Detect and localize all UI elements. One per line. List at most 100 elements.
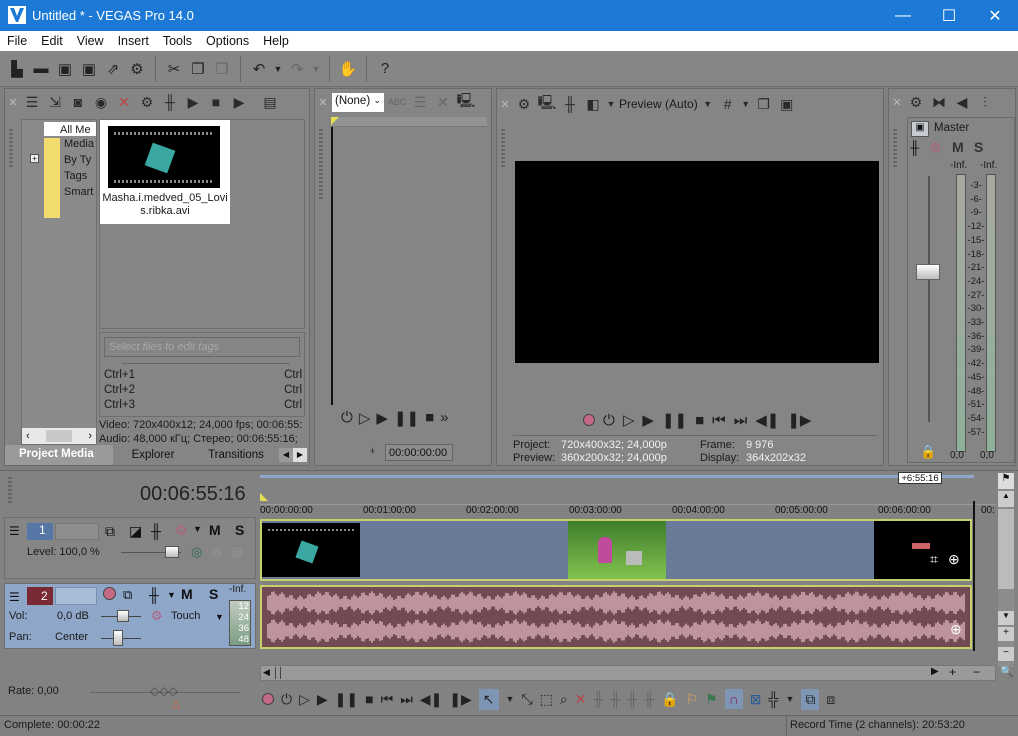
mute-button[interactable]: M xyxy=(952,139,964,155)
tree-item-media[interactable]: Media xyxy=(64,138,94,150)
parent-composite-icon[interactable]: ◎ xyxy=(191,544,202,560)
split-screen-icon[interactable]: ◧ xyxy=(583,94,603,114)
panel-grip[interactable] xyxy=(319,129,323,199)
menu-view[interactable]: View xyxy=(70,34,111,48)
snapping-icon[interactable]: ∩ xyxy=(724,689,743,709)
get-media-from-disc-icon[interactable]: ◉ xyxy=(91,92,111,112)
trimmer-select[interactable]: (None) ⌄ xyxy=(332,92,384,112)
zoom-tool-icon[interactable]: ⌕ xyxy=(560,691,568,708)
record-icon[interactable] xyxy=(262,693,274,705)
event-fx-icon[interactable]: ⊕ xyxy=(950,621,962,638)
level-slider-handle[interactable] xyxy=(165,546,179,558)
rate-slider-handle[interactable]: ◇◇◇ xyxy=(150,684,178,698)
loop-playback-icon[interactable]: ⏻ xyxy=(281,691,292,708)
save-snapshot-icon[interactable]: ▣ xyxy=(777,94,797,114)
video-event[interactable]: ⌗ ⊕ xyxy=(260,519,972,581)
previous-frame-icon[interactable]: ◀❚ xyxy=(420,691,443,708)
track-collapse-icon[interactable]: ☰ xyxy=(9,524,20,538)
more-icon[interactable]: » xyxy=(440,409,448,427)
open-icon[interactable]: ▬ xyxy=(30,58,52,80)
tree-item-smart-bins[interactable]: Smart xyxy=(64,186,93,198)
trimmer-timecode[interactable]: 00:00:00:00 xyxy=(385,444,453,461)
play-icon[interactable]: ▶ xyxy=(642,411,654,429)
loop-region-bar[interactable] xyxy=(260,475,974,478)
timeline-grip[interactable] xyxy=(8,477,12,505)
mute-button[interactable]: M xyxy=(181,586,193,602)
tab-explorer[interactable]: Explorer xyxy=(113,449,193,461)
media-fx-icon[interactable]: ╫ xyxy=(160,92,180,112)
pause-icon[interactable]: ❚❚ xyxy=(662,411,687,429)
stop-icon[interactable]: ■ xyxy=(365,691,373,707)
tab-transitions[interactable]: Transitions xyxy=(193,449,279,461)
go-to-end-icon[interactable]: ⏭ xyxy=(734,412,748,429)
composite-child-icon[interactable]: ◎ xyxy=(211,544,222,560)
undo-dropdown-icon[interactable]: ▼ xyxy=(272,58,284,80)
tab-project-media[interactable]: Project Media xyxy=(5,445,113,465)
cut-icon[interactable]: ✂ xyxy=(163,58,185,80)
capture-video-icon[interactable]: ◙ xyxy=(68,92,88,112)
pause-icon[interactable]: ❚❚ xyxy=(394,409,419,427)
make-compositing-parent-icon[interactable]: ◎ xyxy=(231,544,242,560)
dim-output-icon[interactable]: ◀ xyxy=(952,92,972,112)
menu-help[interactable]: Help xyxy=(256,34,296,48)
close-button[interactable]: ✕ xyxy=(972,0,1018,31)
paste-icon[interactable]: ❐ xyxy=(211,58,233,80)
redo-dropdown-icon[interactable]: ▼ xyxy=(310,58,322,80)
trim-start-icon[interactable]: ╫ xyxy=(610,691,620,707)
play-from-start-icon[interactable]: ▷ xyxy=(299,691,310,708)
master-properties-icon[interactable]: ⚙ xyxy=(906,92,926,112)
solo-button[interactable]: S xyxy=(974,139,983,155)
lock-envelopes-icon[interactable]: ⧉ xyxy=(801,688,820,710)
overlays-dropdown-icon[interactable]: ▼ xyxy=(741,94,751,114)
previous-frame-icon[interactable]: ◀❚ xyxy=(755,411,779,429)
scroll-right-icon[interactable]: › xyxy=(88,430,92,442)
master-fader-handle[interactable] xyxy=(916,264,940,280)
render-icon[interactable]: ⇗ xyxy=(102,58,124,80)
expand-icon[interactable]: + xyxy=(30,154,39,163)
normal-edit-tool-icon[interactable]: ↖ xyxy=(478,688,499,710)
automation-mode[interactable]: Touch xyxy=(171,610,200,622)
track-name-input[interactable] xyxy=(55,587,97,605)
video-preview-screen[interactable] xyxy=(515,161,879,363)
auto-crossfade-icon[interactable]: ⊠ xyxy=(750,691,762,708)
menu-insert[interactable]: Insert xyxy=(111,34,156,48)
selection-tool-icon[interactable]: ⬚ xyxy=(540,691,553,708)
mute-button[interactable]: M xyxy=(209,522,221,538)
tree-item-by-type[interactable]: By Ty xyxy=(64,154,91,166)
media-properties-icon[interactable]: ⚙ xyxy=(137,92,157,112)
mixer-icon[interactable]: ⫶ xyxy=(975,92,995,112)
record-icon[interactable] xyxy=(583,414,595,426)
delete-icon[interactable]: ✕ xyxy=(114,92,134,112)
properties-icon[interactable]: ⚙ xyxy=(126,58,148,80)
enable-snapping-hand-icon[interactable]: ✋ xyxy=(337,58,359,80)
audio-track-header[interactable]: ☰ 2 ⧉ ╫ ▼ M S -Inf. Vol: 0,0 dB ⚙ Touch … xyxy=(4,583,256,649)
downmix-icon[interactable]: ⧓ xyxy=(929,92,949,112)
play-icon[interactable]: ▶ xyxy=(317,691,328,708)
automation-settings-icon[interactable]: ⚙ xyxy=(151,608,163,624)
scroll-right-icon[interactable]: ▶ xyxy=(931,666,939,677)
insert-region-icon[interactable]: ⚑ xyxy=(705,691,718,708)
loop-playback-icon[interactable]: ⏻ xyxy=(603,412,615,429)
external-monitor-icon[interactable]: 🖳 xyxy=(537,94,557,114)
remove-unused-media-icon[interactable]: ☰ xyxy=(22,92,42,112)
play-icon[interactable]: ▶ xyxy=(183,92,203,112)
zoom-in-horizontal-icon[interactable]: + xyxy=(949,665,956,679)
go-to-start-icon[interactable]: ⏮ xyxy=(712,412,726,429)
stop-icon[interactable]: ■ xyxy=(206,92,226,112)
compositing-mode-icon[interactable]: ◪ xyxy=(129,523,142,540)
split-icon[interactable]: ╫ xyxy=(644,691,654,707)
pan-slider-handle[interactable] xyxy=(113,630,123,646)
audio-event[interactable]: ⊕ xyxy=(260,585,972,649)
automation-mode-dropdown-icon[interactable]: ▼ xyxy=(215,612,224,622)
play-from-start-icon[interactable]: ▷ xyxy=(623,411,635,429)
insert-marker-icon[interactable]: ⚐ xyxy=(686,691,699,708)
tree-item-tags[interactable]: Tags xyxy=(64,170,87,182)
master-bus-icon[interactable]: ▣ xyxy=(911,121,929,137)
undo-icon[interactable]: ↶ xyxy=(248,58,270,80)
event-fx-icon[interactable]: ⊕ xyxy=(948,551,960,568)
zoom-out-vertical-icon[interactable]: − xyxy=(998,647,1014,661)
video-fx-icon[interactable]: ╫ xyxy=(560,94,580,114)
zoom-tool-icon[interactable]: 🔍 xyxy=(1000,665,1014,678)
panel-grip[interactable] xyxy=(9,129,13,169)
panel-grip[interactable] xyxy=(501,129,505,169)
